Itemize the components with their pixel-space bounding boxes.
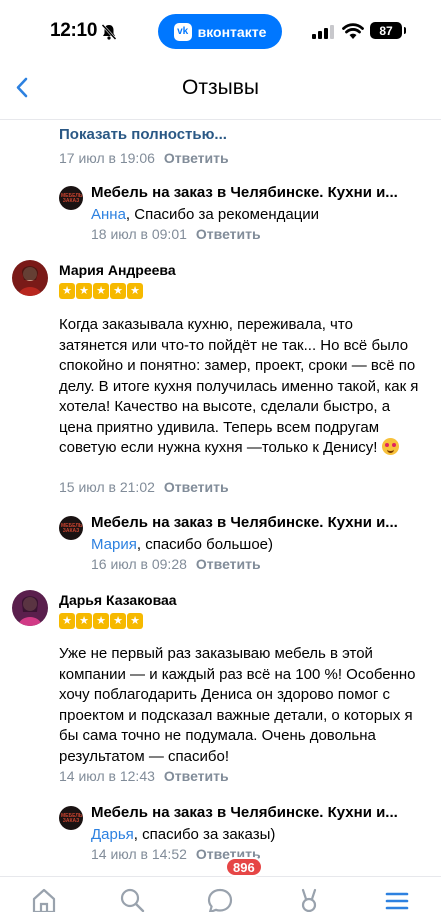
reply-item: МЕБЕЛЬ ЗАКАЗ Мебель на заказ в Челябинске…	[59, 514, 439, 574]
comment-body: Когда заказывала кухню, переживала, что …	[59, 316, 419, 456]
battery-level: 87	[379, 23, 393, 38]
comment-text: Уже не первый раз заказываю мебель в это…	[59, 645, 416, 765]
reply-text: Мария, спасибо большое)	[91, 536, 273, 553]
star-icon: ★	[127, 613, 143, 629]
reply-text: Анна, Спасибо за рекомендации	[91, 206, 319, 223]
comment-meta: 15 июл в 21:02 Ответить	[59, 479, 229, 495]
star-icon: ★	[59, 613, 75, 629]
page-title: Отзывы	[182, 76, 259, 99]
vk-app-pill[interactable]: vk вконтакте	[158, 14, 282, 49]
comment-date: 15 июл в 21:02	[59, 479, 155, 495]
avatar[interactable]: МЕБЕЛЬ ЗАКАЗ	[59, 186, 83, 210]
comment-meta: 17 июл в 19:06 Ответить	[59, 150, 229, 166]
bell-slash-icon	[101, 24, 117, 40]
star-icon: ★	[76, 613, 92, 629]
menu-icon[interactable]	[384, 887, 410, 912]
star-icon: ★	[110, 283, 126, 299]
comment-text: Когда заказывала кухню, переживала, что …	[59, 315, 419, 459]
comment-meta: 14 июл в 12:43 Ответить	[59, 768, 229, 784]
rating-stars: ★ ★ ★ ★ ★	[59, 613, 143, 629]
messages-badge: 896	[225, 857, 263, 877]
messages-icon[interactable]	[207, 887, 233, 912]
reply-author[interactable]: Мебель на заказ в Челябинске. Кухни и...	[91, 514, 398, 531]
clips-icon[interactable]	[296, 887, 322, 912]
vk-logo-icon: vk	[173, 22, 192, 41]
reply-message: , спасибо за заказы)	[133, 826, 276, 843]
comment-date: 17 июл в 19:06	[59, 150, 155, 166]
reply-meta: 16 июл в 09:28 Ответить	[91, 556, 261, 572]
reply-message: , Спасибо за рекомендации	[125, 206, 320, 223]
wifi-icon	[342, 23, 364, 39]
reply-text: Дарья, спасибо за заказы)	[91, 826, 275, 843]
comment-item: Мария Андреева ★ ★ ★ ★ ★ Когда заказывал…	[0, 260, 441, 500]
reply-item: МЕБЕЛЬ ЗАКАЗ Мебель на заказ в Челябинске…	[59, 184, 439, 244]
smile-emoji-icon	[381, 438, 399, 455]
reply-date: 18 июл в 09:01	[91, 226, 187, 242]
star-icon: ★	[76, 283, 92, 299]
vk-pill-label: вконтакте	[197, 23, 267, 40]
search-icon[interactable]	[119, 887, 145, 912]
star-icon: ★	[59, 283, 75, 299]
nav-bar: Отзывы	[0, 62, 441, 120]
reply-button[interactable]: Ответить	[196, 556, 261, 572]
star-icon: ★	[127, 283, 143, 299]
status-bar: 12:10 vk вконтакте 87	[0, 0, 441, 62]
home-icon[interactable]	[31, 887, 57, 912]
mention-link[interactable]: Мария	[91, 536, 137, 553]
rating-stars: ★ ★ ★ ★ ★	[59, 283, 143, 299]
battery-icon: 87	[370, 22, 406, 39]
mention-link[interactable]: Анна	[91, 206, 126, 223]
reply-button[interactable]: Ответить	[164, 768, 229, 784]
reply-date: 16 июл в 09:28	[91, 556, 187, 572]
reply-author[interactable]: Мебель на заказ в Челябинске. Кухни и...	[91, 184, 398, 201]
avatar[interactable]	[12, 260, 48, 296]
tab-bar	[0, 876, 441, 912]
reply-message: , спасибо большое)	[136, 536, 274, 553]
avatar[interactable]: МЕБЕЛЬ ЗАКАЗ	[59, 806, 83, 830]
signal-icon	[312, 25, 334, 39]
mention-link[interactable]: Дарья	[91, 826, 134, 843]
avatar[interactable]: МЕБЕЛЬ ЗАКАЗ	[59, 516, 83, 540]
star-icon: ★	[93, 283, 109, 299]
reply-button[interactable]: Ответить	[164, 150, 229, 166]
reviews-list[interactable]: Показать полностью... 17 июл в 19:06 Отве…	[0, 120, 441, 876]
comment-item: Дарья Казаковаа ★ ★ ★ ★ ★ Уже не первый …	[0, 590, 441, 790]
status-time: 12:10	[50, 20, 98, 41]
star-icon: ★	[110, 613, 126, 629]
show-full-link[interactable]: Показать полностью...	[59, 126, 227, 143]
reply-button[interactable]: Ответить	[196, 226, 261, 242]
comment-author[interactable]: Мария Андреева	[59, 262, 176, 278]
reply-author[interactable]: Мебель на заказ в Челябинске. Кухни и...	[91, 804, 398, 821]
avatar[interactable]	[12, 590, 48, 626]
star-icon: ★	[93, 613, 109, 629]
reply-date: 14 июл в 14:52	[91, 846, 187, 862]
reply-meta: 18 июл в 09:01 Ответить	[91, 226, 261, 242]
comment-date: 14 июл в 12:43	[59, 768, 155, 784]
reply-item: МЕБЕЛЬ ЗАКАЗ Мебель на заказ в Челябинске…	[59, 804, 439, 864]
reply-button[interactable]: Ответить	[164, 479, 229, 495]
comment-author[interactable]: Дарья Казаковаа	[59, 592, 177, 608]
